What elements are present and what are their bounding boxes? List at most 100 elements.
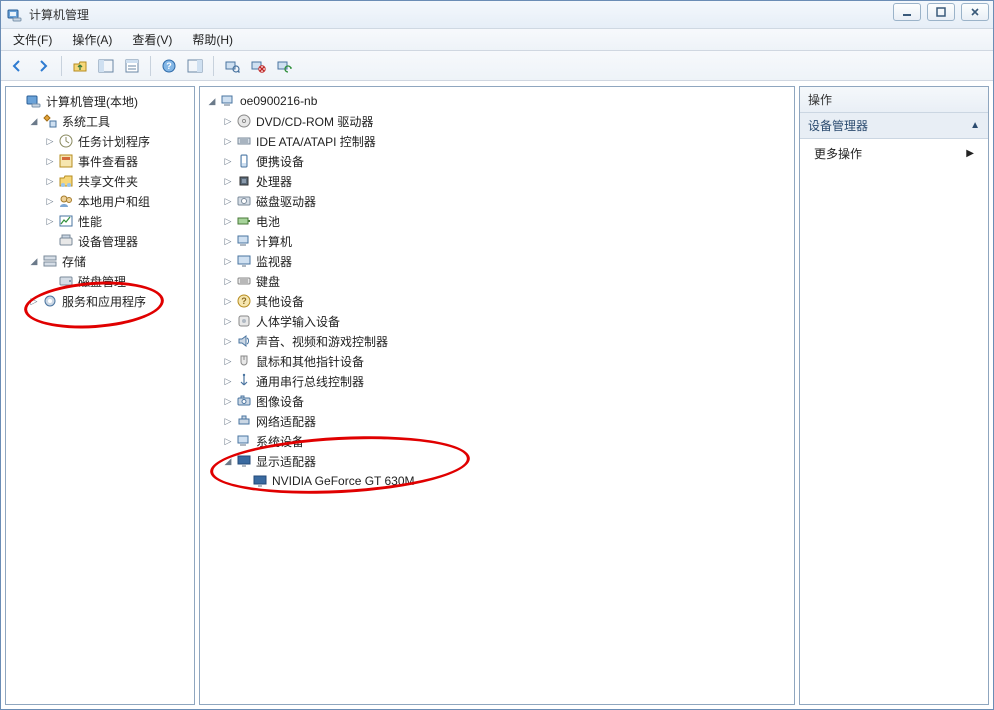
toolbar-separator bbox=[61, 56, 62, 76]
battery-icon bbox=[236, 213, 252, 229]
device-cat-imaging[interactable]: ▷ 图像设备 bbox=[202, 391, 792, 411]
device-cat-portable[interactable]: ▷ 便携设备 bbox=[202, 151, 792, 171]
device-cat-hid[interactable]: ▷ 人体学输入设备 bbox=[202, 311, 792, 331]
tree-item-label: 任务计划程序 bbox=[78, 133, 150, 150]
scan-hardware-button[interactable] bbox=[220, 54, 244, 78]
actions-pane: 操作 设备管理器 ▲ 更多操作 ▶ bbox=[799, 86, 989, 705]
expand-icon[interactable]: ▷ bbox=[222, 435, 234, 447]
device-cat-cpu[interactable]: ▷ 处理器 bbox=[202, 171, 792, 191]
device-display-gpu[interactable]: ▷ NVIDIA GeForce GT 630M bbox=[202, 471, 792, 491]
expand-icon[interactable]: ▷ bbox=[44, 135, 56, 147]
uninstall-device-button[interactable] bbox=[246, 54, 270, 78]
collapse-icon[interactable]: ◢ bbox=[28, 115, 40, 127]
show-hide-tree-button[interactable] bbox=[94, 54, 118, 78]
device-cat-dvd[interactable]: ▷ DVD/CD-ROM 驱动器 bbox=[202, 111, 792, 131]
expand-icon[interactable]: ▷ bbox=[222, 395, 234, 407]
up-level-button[interactable] bbox=[68, 54, 92, 78]
device-cat-other[interactable]: ▷ ? 其他设备 bbox=[202, 291, 792, 311]
expand-icon[interactable]: ▷ bbox=[222, 355, 234, 367]
expand-icon[interactable]: ▷ bbox=[44, 195, 56, 207]
menu-file[interactable]: 文件(F) bbox=[3, 29, 62, 50]
other-device-icon: ? bbox=[236, 293, 252, 309]
menu-view[interactable]: 查看(V) bbox=[122, 29, 182, 50]
collapse-icon[interactable]: ◢ bbox=[28, 255, 40, 267]
expand-icon[interactable]: ▷ bbox=[222, 215, 234, 227]
expand-icon[interactable]: ▷ bbox=[222, 175, 234, 187]
tree-item-label: 磁盘驱动器 bbox=[256, 193, 316, 210]
actions-header-label: 操作 bbox=[808, 93, 832, 107]
properties-button[interactable] bbox=[120, 54, 144, 78]
device-cat-battery[interactable]: ▷ 电池 bbox=[202, 211, 792, 231]
close-button[interactable] bbox=[961, 3, 989, 21]
tree-task-scheduler[interactable]: ▷ 任务计划程序 bbox=[8, 131, 192, 151]
tree-item-label: 共享文件夹 bbox=[78, 173, 138, 190]
device-cat-sound[interactable]: ▷ 声音、视频和游戏控制器 bbox=[202, 331, 792, 351]
tree-system-tools[interactable]: ◢ 系统工具 bbox=[8, 111, 192, 131]
update-driver-button[interactable] bbox=[272, 54, 296, 78]
actions-section[interactable]: 设备管理器 ▲ bbox=[800, 113, 988, 139]
expand-icon[interactable]: ▷ bbox=[222, 135, 234, 147]
tree-item-label: DVD/CD-ROM 驱动器 bbox=[256, 113, 373, 130]
tree-item-label: 设备管理器 bbox=[78, 233, 138, 250]
menu-action[interactable]: 操作(A) bbox=[62, 29, 122, 50]
expand-icon[interactable]: ▷ bbox=[44, 175, 56, 187]
expand-icon[interactable]: ▷ bbox=[44, 155, 56, 167]
tree-item-label: 事件查看器 bbox=[78, 153, 138, 170]
tree-performance[interactable]: ▷ 性能 bbox=[8, 211, 192, 231]
device-cat-system[interactable]: ▷ 系统设备 bbox=[202, 431, 792, 451]
tree-root-computer-management[interactable]: ▷ 计算机管理(本地) bbox=[8, 91, 192, 111]
tree-item-label: 计算机管理(本地) bbox=[46, 93, 138, 110]
tree-local-users[interactable]: ▷ 本地用户和组 bbox=[8, 191, 192, 211]
collapse-icon[interactable]: ◢ bbox=[222, 455, 234, 467]
nav-back-button[interactable] bbox=[5, 54, 29, 78]
expand-icon[interactable]: ▷ bbox=[222, 255, 234, 267]
expand-icon[interactable]: ▷ bbox=[222, 375, 234, 387]
expand-icon[interactable]: ▷ bbox=[222, 155, 234, 167]
help-button[interactable]: ? bbox=[157, 54, 181, 78]
expand-icon[interactable]: ▷ bbox=[222, 415, 234, 427]
device-cat-network[interactable]: ▷ 网络适配器 bbox=[202, 411, 792, 431]
cpu-icon bbox=[236, 173, 252, 189]
tree-storage[interactable]: ◢ 存储 bbox=[8, 251, 192, 271]
network-icon bbox=[236, 413, 252, 429]
device-cat-ide[interactable]: ▷ IDE ATA/ATAPI 控制器 bbox=[202, 131, 792, 151]
expand-icon[interactable]: ▷ bbox=[44, 215, 56, 227]
device-cat-mouse[interactable]: ▷ 鼠标和其他指针设备 bbox=[202, 351, 792, 371]
tree-device-manager[interactable]: ▷ 设备管理器 bbox=[8, 231, 192, 251]
maximize-button[interactable] bbox=[927, 3, 955, 21]
collapse-icon[interactable]: ◢ bbox=[206, 95, 218, 107]
nav-forward-button[interactable] bbox=[31, 54, 55, 78]
device-cat-keyboard[interactable]: ▷ 键盘 bbox=[202, 271, 792, 291]
computer-icon bbox=[220, 93, 236, 109]
svg-text:?: ? bbox=[241, 296, 247, 306]
tree-item-label: NVIDIA GeForce GT 630M bbox=[272, 474, 415, 488]
tree-disk-management[interactable]: ▷ 磁盘管理 bbox=[8, 271, 192, 291]
show-hide-action-pane-button[interactable] bbox=[183, 54, 207, 78]
tree-shared-folders[interactable]: ▷ 共享文件夹 bbox=[8, 171, 192, 191]
tree-event-viewer[interactable]: ▷ 事件查看器 bbox=[8, 151, 192, 171]
shared-folder-icon bbox=[58, 173, 74, 189]
expand-icon[interactable]: ▷ bbox=[222, 195, 234, 207]
tree-services-apps[interactable]: ▷ 服务和应用程序 bbox=[8, 291, 192, 311]
device-cat-diskdrv[interactable]: ▷ 磁盘驱动器 bbox=[202, 191, 792, 211]
actions-more[interactable]: 更多操作 ▶ bbox=[800, 139, 988, 168]
imaging-icon bbox=[236, 393, 252, 409]
display-adapter-icon bbox=[236, 453, 252, 469]
expand-icon[interactable]: ▷ bbox=[222, 275, 234, 287]
expand-icon[interactable]: ▷ bbox=[222, 235, 234, 247]
expand-icon[interactable]: ▷ bbox=[222, 315, 234, 327]
system-device-icon bbox=[236, 433, 252, 449]
device-cat-usb[interactable]: ▷ 通用串行总线控制器 bbox=[202, 371, 792, 391]
device-cat-computer[interactable]: ▷ 计算机 bbox=[202, 231, 792, 251]
tree-item-label: 本地用户和组 bbox=[78, 193, 150, 210]
expand-icon[interactable]: ▷ bbox=[222, 295, 234, 307]
minimize-button[interactable] bbox=[893, 3, 921, 21]
tree-item-label: 图像设备 bbox=[256, 393, 304, 410]
device-cat-monitor[interactable]: ▷ 监视器 bbox=[202, 251, 792, 271]
device-root[interactable]: ◢ oe0900216-nb bbox=[202, 91, 792, 111]
expand-icon[interactable]: ▷ bbox=[222, 335, 234, 347]
device-cat-display[interactable]: ◢ 显示适配器 bbox=[202, 451, 792, 471]
expand-icon[interactable]: ▷ bbox=[222, 115, 234, 127]
expand-icon[interactable]: ▷ bbox=[28, 295, 40, 307]
menu-help[interactable]: 帮助(H) bbox=[182, 29, 243, 50]
